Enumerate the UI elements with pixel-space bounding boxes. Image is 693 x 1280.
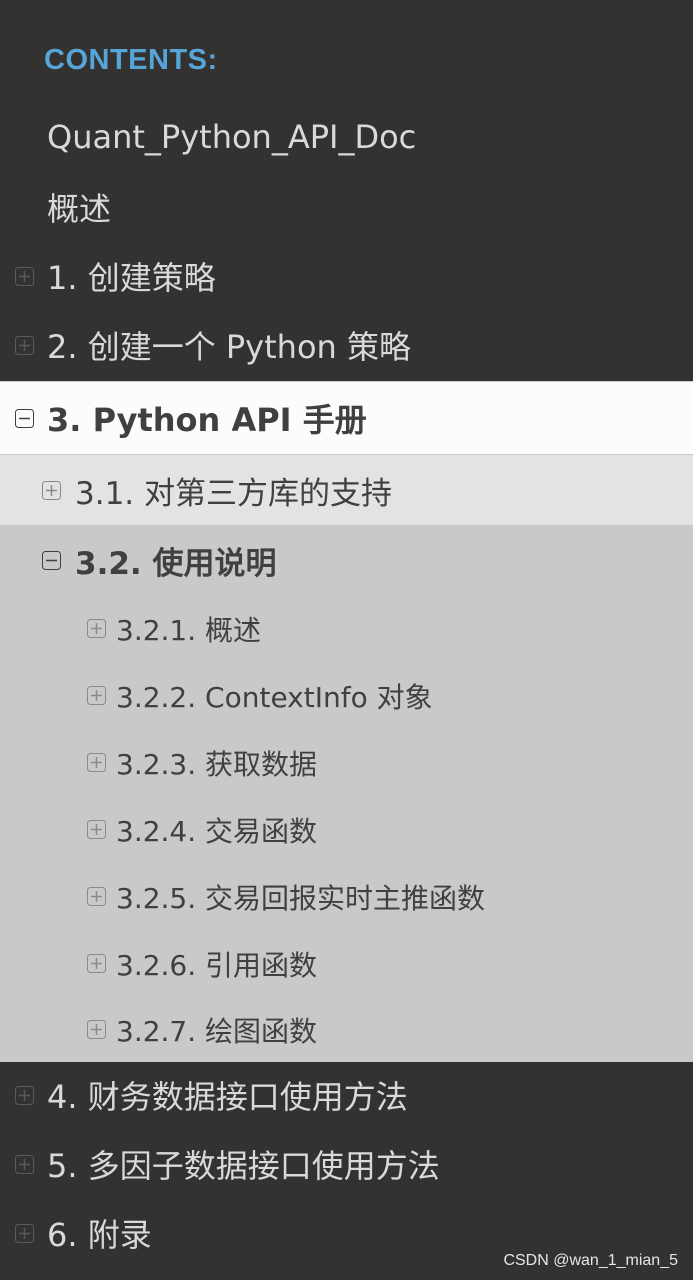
expand-icon[interactable] bbox=[87, 753, 106, 772]
expand-icon[interactable] bbox=[87, 887, 106, 906]
toc-item-label: 3. Python API 手册 bbox=[47, 401, 367, 439]
toc-item-1[interactable]: 1. 创建策略 bbox=[0, 241, 693, 311]
toc-item-3-1[interactable]: 3.1. 对第三方库的支持 bbox=[0, 455, 693, 525]
toc-item-label: 4. 财务数据接口使用方法 bbox=[47, 1078, 408, 1116]
toc-item-3-2-2[interactable]: 3.2.2. ContextInfo 对象 bbox=[0, 662, 693, 729]
toc-item-label: 3.2.4. 交易函数 bbox=[116, 814, 318, 848]
toc-item-label: 3.2. 使用说明 bbox=[75, 545, 277, 582]
toc-item-label: 3.2.1. 概述 bbox=[116, 613, 262, 647]
collapse-icon[interactable] bbox=[42, 550, 61, 570]
toc-item-label: 5. 多因子数据接口使用方法 bbox=[47, 1147, 440, 1185]
toc-item-label: 3.2.5. 交易回报实时主推函数 bbox=[116, 881, 486, 915]
toc-item-3-2[interactable]: 3.2. 使用说明 bbox=[0, 525, 693, 595]
toc-item-3-2-7[interactable]: 3.2.7. 绘图函数 bbox=[0, 997, 693, 1062]
toc-item-2[interactable]: 2. 创建一个 Python 策略 bbox=[0, 310, 693, 380]
toc-item-3-2-6[interactable]: 3.2.6. 引用函数 bbox=[0, 930, 693, 997]
expand-icon[interactable] bbox=[15, 1223, 34, 1243]
toc-item-label: 3.2.2. ContextInfo 对象 bbox=[116, 680, 433, 714]
toc-item-label: 1. 创建策略 bbox=[47, 259, 216, 297]
toc-item-label: 概述 bbox=[47, 190, 112, 228]
toc-item-5[interactable]: 5. 多因子数据接口使用方法 bbox=[0, 1129, 693, 1199]
expand-icon[interactable] bbox=[87, 619, 106, 638]
toc-item-label: 3.2.7. 绘图函数 bbox=[116, 1014, 318, 1048]
expand-icon[interactable] bbox=[87, 820, 106, 839]
toc-item-label: 2. 创建一个 Python 策略 bbox=[47, 328, 411, 366]
toc-item-label: 3.1. 对第三方库的支持 bbox=[75, 475, 393, 512]
toc-item-3-2-5[interactable]: 3.2.5. 交易回报实时主推函数 bbox=[0, 863, 693, 930]
expand-icon[interactable] bbox=[15, 266, 34, 286]
toc-item-label: 3.2.3. 获取数据 bbox=[116, 747, 318, 781]
toc-item-3-2-4[interactable]: 3.2.4. 交易函数 bbox=[0, 796, 693, 863]
toc-item-3-current[interactable]: 3. Python API 手册 bbox=[0, 381, 693, 455]
toc-item-3-2-3[interactable]: 3.2.3. 获取数据 bbox=[0, 729, 693, 796]
toc-item-doc-root[interactable]: Quant_Python_API_Doc bbox=[0, 102, 693, 172]
expand-icon[interactable] bbox=[87, 954, 106, 973]
expand-icon[interactable] bbox=[87, 686, 106, 705]
watermark: CSDN @wan_1_mian_5 bbox=[503, 1252, 678, 1269]
expand-icon[interactable] bbox=[42, 480, 61, 500]
expand-icon[interactable] bbox=[87, 1020, 106, 1039]
toc-item-label: 3.2.6. 引用函数 bbox=[116, 948, 318, 982]
expand-icon[interactable] bbox=[15, 335, 34, 355]
toc-item-overview[interactable]: 概述 bbox=[0, 172, 693, 242]
toc-caption: CONTENTS: bbox=[44, 44, 218, 76]
expand-icon[interactable] bbox=[15, 1154, 34, 1174]
collapse-icon[interactable] bbox=[15, 408, 34, 428]
expand-icon[interactable] bbox=[15, 1085, 34, 1105]
toc-item-label: Quant_Python_API_Doc bbox=[47, 118, 417, 156]
toc-item-3-2-1[interactable]: 3.2.1. 概述 bbox=[0, 595, 693, 662]
toc-item-label: 6. 附录 bbox=[47, 1216, 152, 1254]
toc-item-4[interactable]: 4. 财务数据接口使用方法 bbox=[0, 1060, 693, 1130]
